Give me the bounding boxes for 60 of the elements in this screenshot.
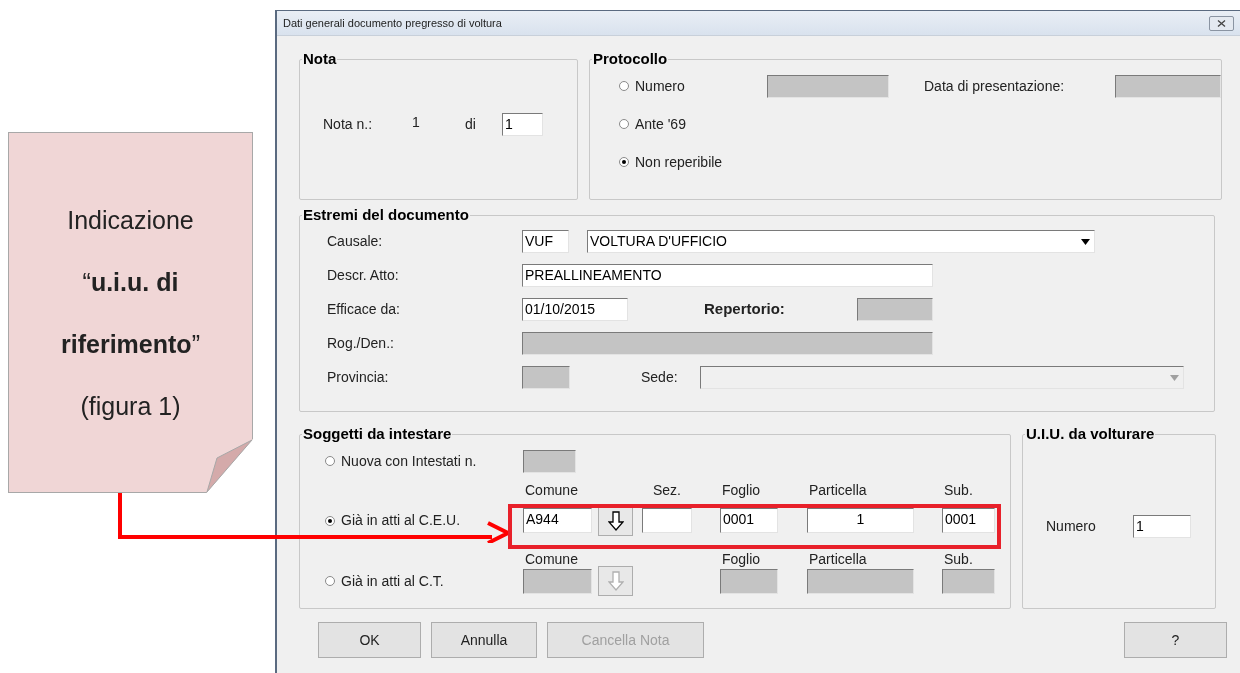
radio-button[interactable] bbox=[325, 576, 335, 586]
dialog-button[interactable]: OK bbox=[318, 622, 421, 658]
dropdown-arrow-icon bbox=[1170, 374, 1179, 381]
field-label: Numero bbox=[1046, 517, 1097, 536]
column-header: Particella bbox=[809, 482, 867, 498]
note-number: 1 bbox=[412, 113, 421, 132]
input-field[interactable]: 0001 bbox=[942, 508, 995, 533]
field-label: Efficace da: bbox=[327, 300, 401, 319]
column-header: Foglio bbox=[722, 482, 761, 498]
field-label: Causale: bbox=[327, 232, 384, 251]
dropdown-field[interactable]: VOLTURA D'UFFICIO bbox=[587, 230, 1095, 253]
radio-label: Nuova con Intestati n. bbox=[341, 451, 477, 471]
field-label: Sede: bbox=[641, 368, 679, 387]
group-title: Estremi del documento bbox=[302, 206, 470, 224]
arrow-down-icon bbox=[607, 571, 624, 591]
input-field[interactable]: 1 bbox=[807, 508, 914, 533]
close-button[interactable] bbox=[1209, 15, 1234, 31]
input-field[interactable]: PREALLINEAMENTO bbox=[522, 264, 933, 287]
dialog-button[interactable]: Annulla bbox=[431, 622, 537, 658]
callout-text: Indicazione “u.i.u. di riferimento” (figura 1) bbox=[60, 204, 201, 422]
radio-label: Già in atti al C.E.U. bbox=[341, 511, 461, 530]
radio-label: Ante '69 bbox=[635, 114, 686, 134]
field-label: Provincia: bbox=[327, 368, 390, 387]
radio-button[interactable] bbox=[325, 515, 335, 526]
input-field[interactable]: VUF bbox=[522, 230, 569, 253]
radio-button[interactable] bbox=[619, 157, 629, 167]
column-header: Sub. bbox=[944, 482, 973, 498]
input-field[interactable] bbox=[642, 508, 692, 533]
radio-label: Già in atti al C.T. bbox=[341, 571, 444, 591]
column-header: Comune bbox=[525, 482, 578, 498]
group-title: Protocollo bbox=[592, 50, 669, 68]
column-header: Comune bbox=[525, 551, 578, 567]
input-field[interactable]: 01/10/2015 bbox=[522, 298, 628, 321]
field-label: Data di presentazione: bbox=[924, 76, 1066, 96]
field-label: Descr. Atto: bbox=[327, 266, 400, 285]
arrow-down-icon bbox=[607, 510, 624, 531]
column-header: Particella bbox=[809, 551, 867, 567]
radio-button[interactable] bbox=[619, 81, 629, 91]
field-label: Rog./Den.: bbox=[327, 334, 395, 353]
group-title: U.I.U. da volturare bbox=[1025, 425, 1156, 443]
field-label: Repertorio: bbox=[704, 299, 786, 320]
dialog-button[interactable]: ? bbox=[1124, 622, 1227, 658]
window-title: Dati generali documento pregresso di voltura bbox=[283, 15, 502, 31]
input-field[interactable]: 1 bbox=[1133, 515, 1191, 538]
field-label: Nota n.: bbox=[323, 115, 374, 134]
radio-label: Non reperibile bbox=[635, 152, 723, 172]
column-header: Sez. bbox=[653, 482, 681, 498]
dropdown-arrow-icon bbox=[1081, 238, 1090, 245]
input-field[interactable]: A944 bbox=[523, 508, 592, 533]
group-title: Nota bbox=[302, 50, 338, 68]
radio-label: Numero bbox=[635, 76, 685, 96]
radio-button[interactable] bbox=[619, 119, 629, 129]
close-icon bbox=[1217, 19, 1226, 27]
radio-button[interactable] bbox=[325, 456, 335, 466]
column-header: Foglio bbox=[722, 551, 761, 567]
field-label: di bbox=[465, 115, 477, 134]
input-field[interactable]: 1 bbox=[502, 113, 543, 136]
group-title: Soggetti da intestare bbox=[302, 425, 453, 443]
input-field[interactable]: 0001 bbox=[720, 508, 778, 533]
column-header: Sub. bbox=[944, 551, 973, 567]
